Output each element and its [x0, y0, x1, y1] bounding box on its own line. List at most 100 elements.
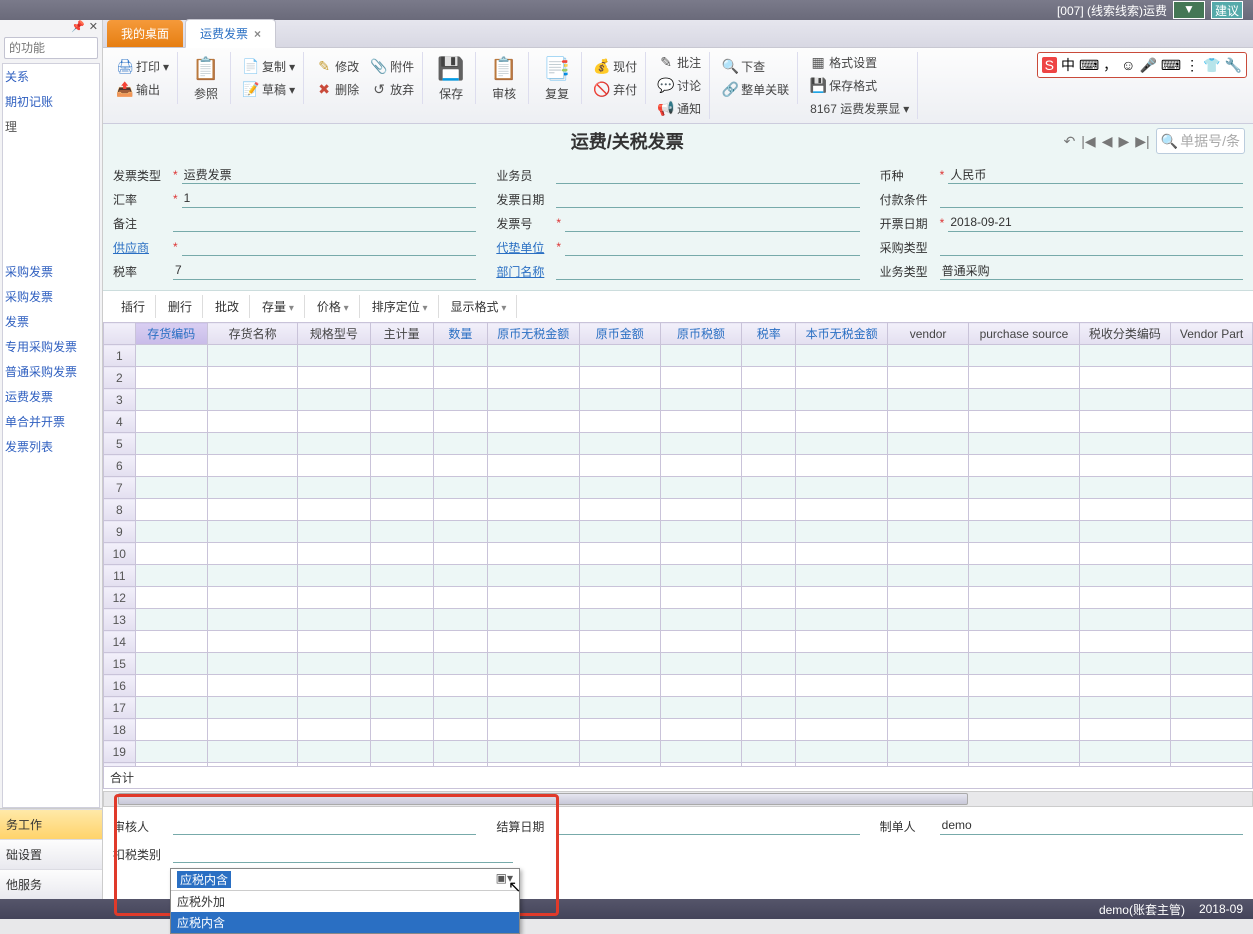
- grid-cell[interactable]: [370, 455, 433, 477]
- prev-icon[interactable]: ◀: [1102, 133, 1113, 150]
- sidebar-item[interactable]: 理: [3, 114, 99, 139]
- row-number[interactable]: 1: [104, 345, 136, 367]
- gridbar-button[interactable]: 删行: [158, 295, 203, 318]
- grid-cell[interactable]: [1079, 367, 1171, 389]
- field-value-currency[interactable]: 人民币: [948, 166, 1243, 184]
- grid-cell[interactable]: [660, 719, 741, 741]
- column-header[interactable]: 税收分类编码: [1079, 323, 1171, 345]
- grid-cell[interactable]: [1079, 411, 1171, 433]
- audit-button[interactable]: 📋审核: [484, 53, 524, 104]
- column-header[interactable]: 主计量: [370, 323, 433, 345]
- grid-cell[interactable]: [488, 411, 580, 433]
- grid-cell[interactable]: [488, 565, 580, 587]
- grid-cell[interactable]: [742, 697, 796, 719]
- grid-cell[interactable]: [370, 411, 433, 433]
- grid-cell[interactable]: [796, 521, 888, 543]
- grid-cell[interactable]: [579, 609, 660, 631]
- grid-cell[interactable]: [887, 631, 968, 653]
- row-number[interactable]: 18: [104, 719, 136, 741]
- grid-cell[interactable]: [370, 719, 433, 741]
- sidebar-item[interactable]: 采购发票: [3, 259, 99, 284]
- grid-cell[interactable]: [742, 345, 796, 367]
- field-label-dept[interactable]: 部门名称: [496, 263, 552, 280]
- grid-cell[interactable]: [207, 565, 297, 587]
- tab[interactable]: 我的桌面: [107, 20, 183, 47]
- grid-cell[interactable]: [1171, 433, 1253, 455]
- row-number[interactable]: 14: [104, 631, 136, 653]
- grid-cell[interactable]: [488, 653, 580, 675]
- grid-cell[interactable]: [1079, 455, 1171, 477]
- grid-cell[interactable]: [969, 367, 1079, 389]
- grid-cell[interactable]: [660, 367, 741, 389]
- grid-cell[interactable]: [1171, 543, 1253, 565]
- field-label-advance_unit[interactable]: 代垫单位: [496, 239, 552, 256]
- grid-cell[interactable]: [370, 675, 433, 697]
- batch-note-button[interactable]: ✎批注: [654, 52, 705, 73]
- template-button[interactable]: 8167 运费发票显▾: [806, 98, 913, 119]
- grid-cell[interactable]: [433, 521, 487, 543]
- grid-cell[interactable]: [370, 433, 433, 455]
- grid-cell[interactable]: [742, 675, 796, 697]
- grid-cell[interactable]: [1079, 697, 1171, 719]
- grid-cell[interactable]: [579, 367, 660, 389]
- grid-cell[interactable]: [887, 763, 968, 767]
- sidebar-item[interactable]: 单合并开票: [3, 409, 99, 434]
- grid-cell[interactable]: [370, 499, 433, 521]
- grid-cell[interactable]: [433, 609, 487, 631]
- field-value-invoice_date[interactable]: [556, 191, 859, 208]
- reference-button[interactable]: 📋参照: [186, 53, 226, 104]
- gridbar-button[interactable]: 存量: [252, 295, 305, 318]
- field-value-supplier[interactable]: [182, 239, 477, 256]
- grid-cell[interactable]: [742, 543, 796, 565]
- grid-cell[interactable]: [579, 719, 660, 741]
- copy2-button[interactable]: 📑复复: [537, 53, 577, 104]
- dropdown-option[interactable]: 应税内含: [171, 912, 519, 933]
- grid-cell[interactable]: [370, 631, 433, 653]
- grid-cell[interactable]: [433, 631, 487, 653]
- grid-cell[interactable]: [1079, 565, 1171, 587]
- grid-cell[interactable]: [1079, 389, 1171, 411]
- grid-cell[interactable]: [660, 411, 741, 433]
- grid-cell[interactable]: [1171, 697, 1253, 719]
- abandon-button[interactable]: 🚫弃付: [590, 79, 641, 100]
- grid-cell[interactable]: [887, 587, 968, 609]
- grid-cell[interactable]: [1171, 389, 1253, 411]
- grid-cell[interactable]: [1079, 741, 1171, 763]
- grid-cell[interactable]: [742, 411, 796, 433]
- grid-cell[interactable]: [298, 587, 370, 609]
- field-value-pay_terms[interactable]: [940, 191, 1243, 208]
- grid-cell[interactable]: [370, 543, 433, 565]
- grid-cell[interactable]: [488, 345, 580, 367]
- grid-cell[interactable]: [887, 653, 968, 675]
- grid-cell[interactable]: [298, 741, 370, 763]
- row-number[interactable]: 15: [104, 653, 136, 675]
- grid-cell[interactable]: [298, 521, 370, 543]
- grid-cell[interactable]: [579, 499, 660, 521]
- grid-cell[interactable]: [1171, 499, 1253, 521]
- grid-cell[interactable]: [135, 741, 207, 763]
- cash-button[interactable]: 💰现付: [590, 56, 641, 77]
- grid-cell[interactable]: [887, 433, 968, 455]
- save-format-button[interactable]: 💾保存格式: [806, 75, 881, 96]
- attach-button[interactable]: 📎附件: [367, 56, 418, 77]
- first-icon[interactable]: |◀: [1081, 133, 1095, 150]
- grid-cell[interactable]: [660, 521, 741, 543]
- sidebar-item[interactable]: 发票列表: [3, 434, 99, 459]
- grid-cell[interactable]: [488, 367, 580, 389]
- grid-cell[interactable]: [1171, 675, 1253, 697]
- grid-cell[interactable]: [969, 521, 1079, 543]
- grid-cell[interactable]: [433, 455, 487, 477]
- grid-cell[interactable]: [1171, 521, 1253, 543]
- grid-cell[interactable]: [135, 411, 207, 433]
- grid-cell[interactable]: [660, 499, 741, 521]
- grid-cell[interactable]: [207, 499, 297, 521]
- grid-cell[interactable]: [742, 719, 796, 741]
- horizontal-scrollbar[interactable]: [103, 791, 1253, 807]
- grid-cell[interactable]: [370, 367, 433, 389]
- grid-cell[interactable]: [207, 631, 297, 653]
- grid-cell[interactable]: [1079, 653, 1171, 675]
- grid-cell[interactable]: [298, 675, 370, 697]
- grid-cell[interactable]: [796, 763, 888, 767]
- field-value-purchase_type[interactable]: [940, 239, 1243, 256]
- grid-cell[interactable]: [969, 587, 1079, 609]
